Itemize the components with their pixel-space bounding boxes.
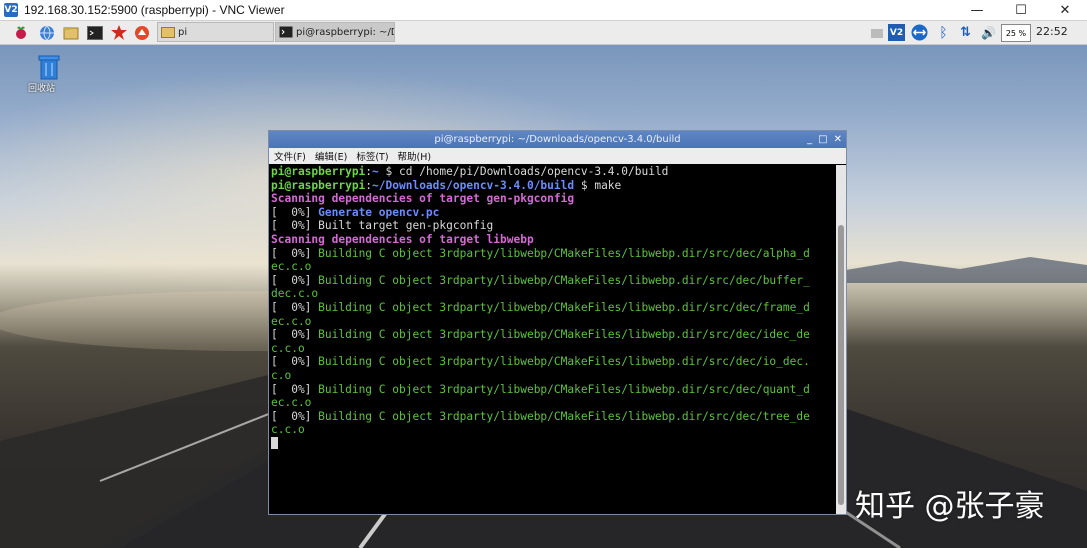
terminal-line: [ 0%] Building C object 3rdparty/libwebp… <box>270 301 836 315</box>
terminal-maximize-button[interactable]: □ <box>818 131 827 148</box>
vnc-logo-icon: V2 <box>4 3 18 17</box>
network-icon[interactable]: ⇅ <box>957 24 974 41</box>
task-label: pi <box>178 26 188 38</box>
terminal-line: [ 0%] Built target gen-pkgconfig <box>270 219 836 233</box>
remote-desktop: pi pi@raspberrypi: ~/Do... V2 ᛒ ⇅ 🔊 25 %… <box>0 21 1087 548</box>
terminal-line: c.c.o <box>270 342 836 356</box>
terminal-text: Generate opencv.pc <box>318 205 440 219</box>
terminal-window[interactable]: pi@raspberrypi: ~/Downloads/opencv-3.4.0… <box>268 130 847 515</box>
trash-label: 回收站 <box>28 84 56 94</box>
folder-icon <box>161 27 175 38</box>
taskbar-panel: pi pi@raspberrypi: ~/Do... V2 ᛒ ⇅ 🔊 25 %… <box>0 21 1087 45</box>
menu-help[interactable]: 帮助(H) <box>398 149 432 163</box>
volume-icon[interactable]: 🔊 <box>980 24 997 41</box>
terminal-text: pi@raspberrypi <box>271 165 366 178</box>
terminal-scrollbar[interactable] <box>836 165 846 514</box>
watermark: 知乎 @张子豪 <box>855 489 1045 524</box>
terminal-line: [ 0%] Building C object 3rdparty/libwebp… <box>270 410 836 424</box>
terminal-line: Scanning dependencies of target gen-pkgc… <box>270 192 836 206</box>
terminal-line: [ 0%] Building C object 3rdparty/libwebp… <box>270 247 836 261</box>
terminal-text: ~/Downloads/opencv-3.4.0/build <box>372 178 575 192</box>
terminal-text: ec.c.o <box>271 396 312 410</box>
terminal-line: c.c.o <box>270 423 836 437</box>
clock[interactable]: 22:52 <box>1036 25 1068 38</box>
terminal-line: pi@raspberrypi:~/Downloads/opencv-3.4.0/… <box>270 179 836 193</box>
terminal-line <box>270 436 836 451</box>
maximize-button[interactable]: ☐ <box>999 0 1043 20</box>
eject-icon[interactable] <box>868 24 885 41</box>
terminal-text: [ 0%] <box>271 205 319 219</box>
terminal-text: [ 0%] <box>271 273 319 287</box>
terminal-text: $ cd /home/pi/Downloads/opencv-3.4.0/bui… <box>378 165 669 178</box>
file-manager-icon[interactable] <box>62 24 79 41</box>
terminal-text: [ 0%] Built target gen-pkgconfig <box>271 219 494 233</box>
terminal-line: [ 0%] Building C object 3rdparty/libwebp… <box>270 355 836 369</box>
terminal-text: [ 0%] <box>271 382 319 396</box>
terminal-text: c.o <box>271 368 292 382</box>
scrollbar-thumb[interactable] <box>838 225 844 505</box>
terminal-line: Scanning dependencies of target libwebp <box>270 233 836 247</box>
terminal-text: ec.c.o <box>271 260 312 274</box>
menu-tabs[interactable]: 标签(T) <box>356 149 388 163</box>
terminal-text: [ 0%] <box>271 246 319 260</box>
terminal-text: Scanning dependencies of target gen-pkgc… <box>271 192 575 206</box>
terminal-text: Building C object 3rdparty/libwebp/CMake… <box>318 382 810 396</box>
terminal-text: dec.c.o <box>271 287 319 301</box>
terminal-text: Building C object 3rdparty/libwebp/CMake… <box>318 409 810 423</box>
bluetooth-icon[interactable]: ᛒ <box>935 24 952 41</box>
vnc-window-title: 192.168.30.152:5900 (raspberrypi) - VNC … <box>24 3 285 17</box>
vnc-titlebar: V2 192.168.30.152:5900 (raspberrypi) - V… <box>0 0 1087 21</box>
mathematica-icon[interactable] <box>110 24 127 41</box>
raspberry-icon[interactable] <box>12 24 29 41</box>
terminal-text: Scanning dependencies of target libwebp <box>271 232 534 246</box>
terminal-line: [ 0%] Generate opencv.pc <box>270 206 836 220</box>
terminal-text: [ 0%] <box>271 300 319 314</box>
terminal-text: [ 0%] <box>271 409 319 423</box>
terminal-output[interactable]: pi@raspberrypi:~ $ cd /home/pi/Downloads… <box>270 165 836 513</box>
terminal-line: ec.c.o <box>270 260 836 274</box>
close-button[interactable]: ✕ <box>1043 0 1087 20</box>
terminal-text: [ 0%] <box>271 355 319 369</box>
task-terminal[interactable]: pi@raspberrypi: ~/Do... <box>275 22 395 42</box>
task-file-manager[interactable]: pi <box>157 22 274 42</box>
menu-file[interactable]: 文件(F) <box>274 149 306 163</box>
web-browser-icon[interactable] <box>38 24 55 41</box>
terminal-text: Building C object 3rdparty/libwebp/CMake… <box>318 300 810 314</box>
terminal-minimize-button[interactable]: _ <box>807 131 812 148</box>
terminal-line: c.o <box>270 369 836 383</box>
terminal-line: pi@raspberrypi:~ $ cd /home/pi/Downloads… <box>270 165 836 179</box>
terminal-text: ec.c.o <box>271 314 312 328</box>
task-label: pi@raspberrypi: ~/Do... <box>296 26 394 38</box>
menu-edit[interactable]: 编辑(E) <box>315 149 347 163</box>
trash-icon[interactable] <box>34 51 64 81</box>
terminal-icon[interactable] <box>86 24 103 41</box>
terminal-close-button[interactable]: ✕ <box>834 131 842 148</box>
terminal-line: ec.c.o <box>270 396 836 410</box>
terminal-text: c.c.o <box>271 341 305 355</box>
terminal-text: Building C object 3rdparty/libwebp/CMake… <box>318 328 810 342</box>
terminal-text: [ 0%] <box>271 328 319 342</box>
terminal-text: pi@raspberrypi <box>271 178 366 192</box>
terminal-line: ec.c.o <box>270 315 836 329</box>
terminal-menubar: 文件(F) 编辑(E) 标签(T) 帮助(H) <box>269 148 846 164</box>
terminal-text: Building C object 3rdparty/libwebp/CMake… <box>318 355 810 369</box>
wolfram-icon[interactable] <box>133 24 150 41</box>
terminal-line: [ 0%] Building C object 3rdparty/libwebp… <box>270 383 836 397</box>
teamviewer-icon[interactable] <box>911 24 928 41</box>
terminal-line: [ 0%] Building C object 3rdparty/libwebp… <box>270 274 836 288</box>
terminal-text: ~ <box>372 165 379 178</box>
terminal-title[interactable]: pi@raspberrypi: ~/Downloads/opencv-3.4.0… <box>269 131 846 148</box>
terminal-text: c.c.o <box>271 423 305 437</box>
terminal-text: Building C object 3rdparty/libwebp/CMake… <box>318 246 810 260</box>
terminal-line: dec.c.o <box>270 287 836 301</box>
terminal-cursor <box>271 436 278 449</box>
terminal-icon <box>279 26 293 38</box>
terminal-text: $ make <box>574 178 622 192</box>
minimize-button[interactable]: — <box>955 0 999 20</box>
vnc-server-icon[interactable]: V2 <box>888 24 905 41</box>
terminal-text: Building C object 3rdparty/libwebp/CMake… <box>318 273 810 287</box>
terminal-line: [ 0%] Building C object 3rdparty/libwebp… <box>270 328 836 342</box>
cpu-monitor[interactable]: 25 % <box>1001 24 1031 42</box>
